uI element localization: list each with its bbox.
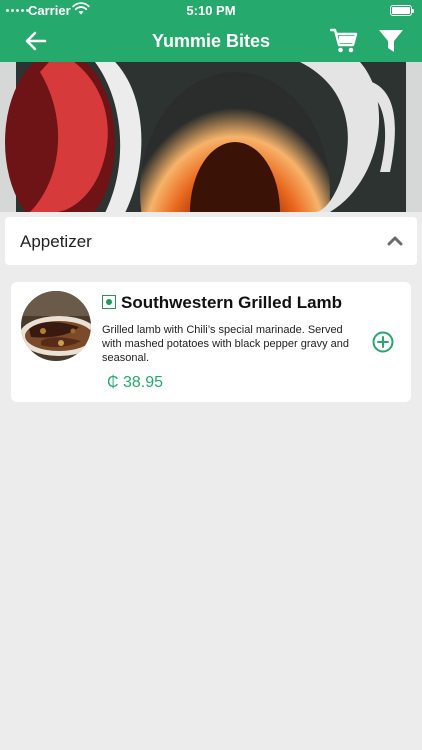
cart-icon[interactable] (330, 28, 358, 54)
page-title: Yummie Bites (151, 31, 271, 51)
add-circle-icon[interactable] (372, 331, 394, 353)
veg-indicator-icon (102, 295, 116, 309)
nav-bar: Yummie Bites (0, 20, 422, 62)
item-title: Southwestern Grilled Lamb (121, 293, 343, 312)
menu-item-card[interactable]: Southwestern Grilled Lamb Grilled lamb w… (11, 282, 411, 402)
status-time: 5:10 PM (186, 3, 236, 18)
filter-icon[interactable] (378, 28, 404, 54)
category-name: Appetizer (20, 232, 92, 251)
item-description: Grilled lamb with Chili’s special marina… (102, 324, 350, 364)
category-header[interactable]: Appetizer (5, 217, 417, 265)
status-bar: Carrier 5:10 PM (0, 0, 422, 20)
chevron-up-icon[interactable] (387, 234, 403, 246)
item-price: ₵ 38.95 (107, 374, 164, 391)
restaurant-banner (0, 62, 422, 212)
app-header: Carrier 5:10 PM Yummie Bites (0, 0, 422, 62)
battery-icon (390, 5, 414, 16)
food-photo (21, 291, 91, 361)
